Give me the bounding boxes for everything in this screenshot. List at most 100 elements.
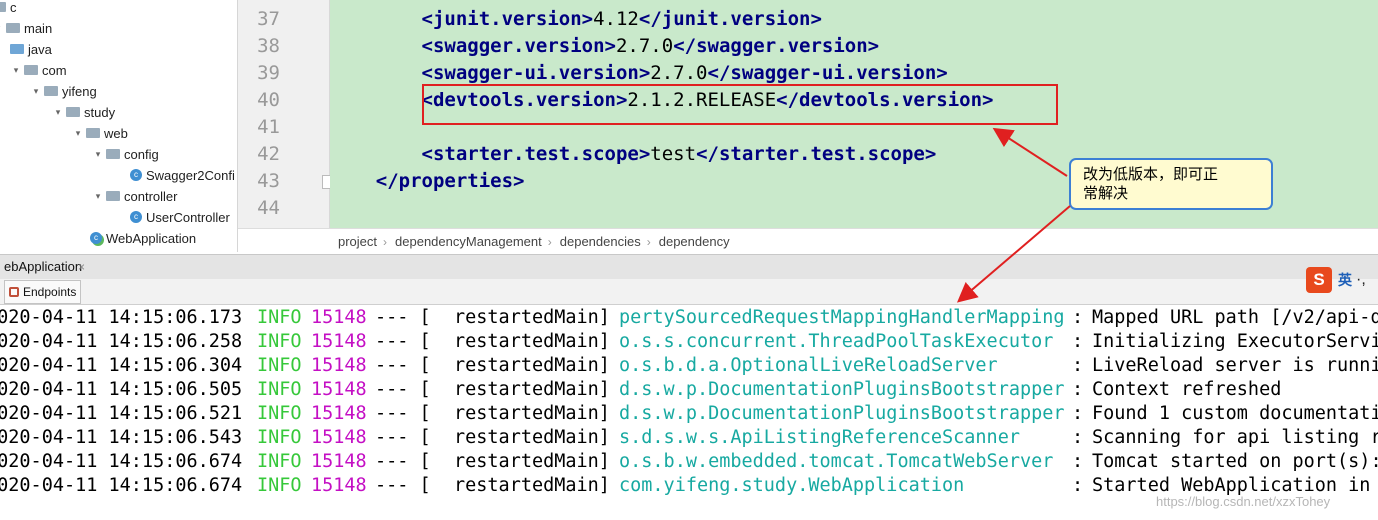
- code-value: test: [650, 143, 697, 165]
- log-ts: 2020-04-11 14:15:06.543: [0, 427, 243, 448]
- folder-icon: [44, 86, 58, 96]
- folder-icon: [6, 23, 20, 33]
- breadcrumb-dependencies[interactable]: dependencies: [560, 234, 641, 249]
- watermark: https://blog.csdn.net/xzxTohey: [1156, 494, 1331, 509]
- project-tree: c▾mainjava▾com▾yifeng▾study▾web▾configcS…: [0, 0, 238, 252]
- chevron-down-icon[interactable]: ▾: [92, 149, 104, 160]
- tree-item-label: com: [42, 62, 67, 78]
- tree-item-web[interactable]: ▾ web: [72, 123, 128, 143]
- folder-icon: [0, 2, 6, 12]
- log-message: Started WebApplication in: [1092, 475, 1371, 496]
- folder-blue-icon: [10, 44, 24, 54]
- log-level: INFO: [257, 427, 302, 448]
- log-row: 2020-04-11 14:15:06.505 INFO 15148 --- [res…: [0, 379, 1378, 403]
- tree-item-usercontroller[interactable]: c UserController: [130, 207, 230, 227]
- log-row: 2020-04-11 14:15:06.521 INFO 15148 --- [res…: [0, 403, 1378, 427]
- code-value: 4.12: [593, 8, 639, 30]
- tree-item-webapplication[interactable]: c WebApplication: [90, 228, 196, 248]
- close-icon[interactable]: ×: [78, 255, 85, 279]
- tree-item-main[interactable]: ▾ main: [0, 18, 52, 38]
- log-ts: 2020-04-11 14:15:06.505: [0, 379, 243, 400]
- tree-item-c[interactable]: c: [0, 0, 17, 17]
- log-row: 2020-04-11 14:15:06.258 INFO 15148 --- [res…: [0, 331, 1378, 355]
- tree-item-java[interactable]: java: [10, 39, 52, 59]
- code-close: </starter.test.scope>: [696, 143, 937, 165]
- run-toolbar: Endpoints: [0, 279, 1378, 305]
- log-logger: pertySourcedRequestMappingHandlerMapping: [619, 307, 1065, 328]
- folder-icon: [24, 65, 38, 75]
- log-colon: :: [1072, 355, 1084, 376]
- log-pid: 15148: [311, 331, 367, 352]
- run-tab-webapplication[interactable]: ebApplication: [0, 255, 83, 279]
- log-ts: 2020-04-11 14:15:06.674: [0, 475, 243, 496]
- log-row: 2020-04-11 14:15:06.674 INFO 15148 --- [res…: [0, 451, 1378, 475]
- tree-item-swagger2confi[interactable]: c Swagger2Confi: [130, 165, 235, 185]
- line-number: 43: [257, 170, 280, 192]
- log-ts: 2020-04-11 14:15:06.304: [0, 355, 243, 376]
- log-logger: d.s.w.p.DocumentationPluginsBootstrapper: [619, 403, 1065, 424]
- tree-item-label: Swagger2Confi: [146, 167, 235, 183]
- log-thread: restartedMain]: [454, 427, 610, 448]
- chevron-right-icon: ›: [547, 234, 552, 249]
- console-output[interactable]: 2020-04-11 14:15:06.173 INFO 15148 --- [res…: [0, 305, 1378, 520]
- code-close: </swagger.version>: [673, 35, 880, 57]
- log-pid: 15148: [311, 403, 367, 424]
- endpoints-icon: [9, 287, 19, 297]
- tree-item-config[interactable]: ▾ config: [92, 144, 159, 164]
- code-open: <junit.version>: [421, 8, 594, 30]
- log-message: LiveReload server is runni: [1092, 355, 1378, 376]
- chevron-down-icon[interactable]: ▾: [0, 23, 4, 34]
- log-colon: :: [1072, 403, 1084, 424]
- log-logger: com.yifeng.study.WebApplication: [619, 475, 965, 496]
- chevron-down-icon[interactable]: ▾: [52, 107, 64, 118]
- log-sep: --- [: [375, 379, 431, 400]
- line-number: 37: [257, 8, 280, 30]
- line-number: 39: [257, 62, 280, 84]
- code-open: <starter.test.scope>: [421, 143, 651, 165]
- endpoints-label: Endpoints: [23, 285, 77, 299]
- tree-item-label: web: [104, 125, 128, 141]
- code-line: <starter.test.scope>test</starter.test.s…: [330, 143, 937, 165]
- ime-toolbar[interactable]: S 英 ·,: [1306, 266, 1366, 294]
- annotation-callout: 改为低版本，即可正 常解决: [1069, 158, 1273, 210]
- line-number: 44: [257, 197, 280, 219]
- log-thread: restartedMain]: [454, 331, 610, 352]
- chevron-down-icon[interactable]: ▾: [10, 65, 22, 76]
- chevron-right-icon: ›: [646, 234, 651, 249]
- highlight-box: [422, 84, 1058, 125]
- log-pid: 15148: [311, 475, 367, 496]
- tree-item-com[interactable]: ▾ com: [10, 60, 67, 80]
- breadcrumb-dependency-management[interactable]: dependencyManagement: [395, 234, 542, 249]
- folder-icon: [86, 128, 100, 138]
- log-thread: restartedMain]: [454, 379, 610, 400]
- chevron-down-icon[interactable]: ▾: [30, 86, 42, 97]
- tree-item-yifeng[interactable]: ▾ yifeng: [30, 81, 97, 101]
- tree-item-study[interactable]: ▾ study: [52, 102, 115, 122]
- chevron-down-icon[interactable]: ▾: [72, 128, 84, 139]
- log-logger: o.s.b.w.embedded.tomcat.TomcatWebServer: [619, 451, 1054, 472]
- log-ts: 2020-04-11 14:15:06.258: [0, 331, 243, 352]
- log-row: 2020-04-11 14:15:06.304 INFO 15148 --- [res…: [0, 355, 1378, 379]
- log-message: Initializing ExecutorServi: [1092, 331, 1378, 352]
- log-pid: 15148: [311, 427, 367, 448]
- class-icon: c: [130, 169, 142, 181]
- tree-item-label: config: [124, 146, 159, 162]
- tree-item-controller[interactable]: ▾ controller: [92, 186, 178, 206]
- endpoints-tab[interactable]: Endpoints: [4, 280, 82, 304]
- log-colon: :: [1072, 427, 1084, 448]
- breadcrumb-dependency[interactable]: dependency: [659, 234, 730, 249]
- log-sep: --- [: [375, 355, 431, 376]
- log-level: INFO: [257, 451, 302, 472]
- chevron-down-icon[interactable]: ▾: [92, 191, 104, 202]
- breadcrumb-project[interactable]: project: [338, 234, 377, 249]
- folder-icon: [106, 191, 120, 201]
- tree-item-label: WebApplication: [106, 230, 197, 246]
- annotation-text-line1: 改为低版本，即可正: [1083, 165, 1219, 183]
- log-thread: restartedMain]: [454, 475, 610, 496]
- log-sep: --- [: [375, 427, 431, 448]
- code-close: </swagger-ui.version>: [707, 62, 948, 84]
- code-open: <swagger.version>: [421, 35, 616, 57]
- log-level: INFO: [257, 355, 302, 376]
